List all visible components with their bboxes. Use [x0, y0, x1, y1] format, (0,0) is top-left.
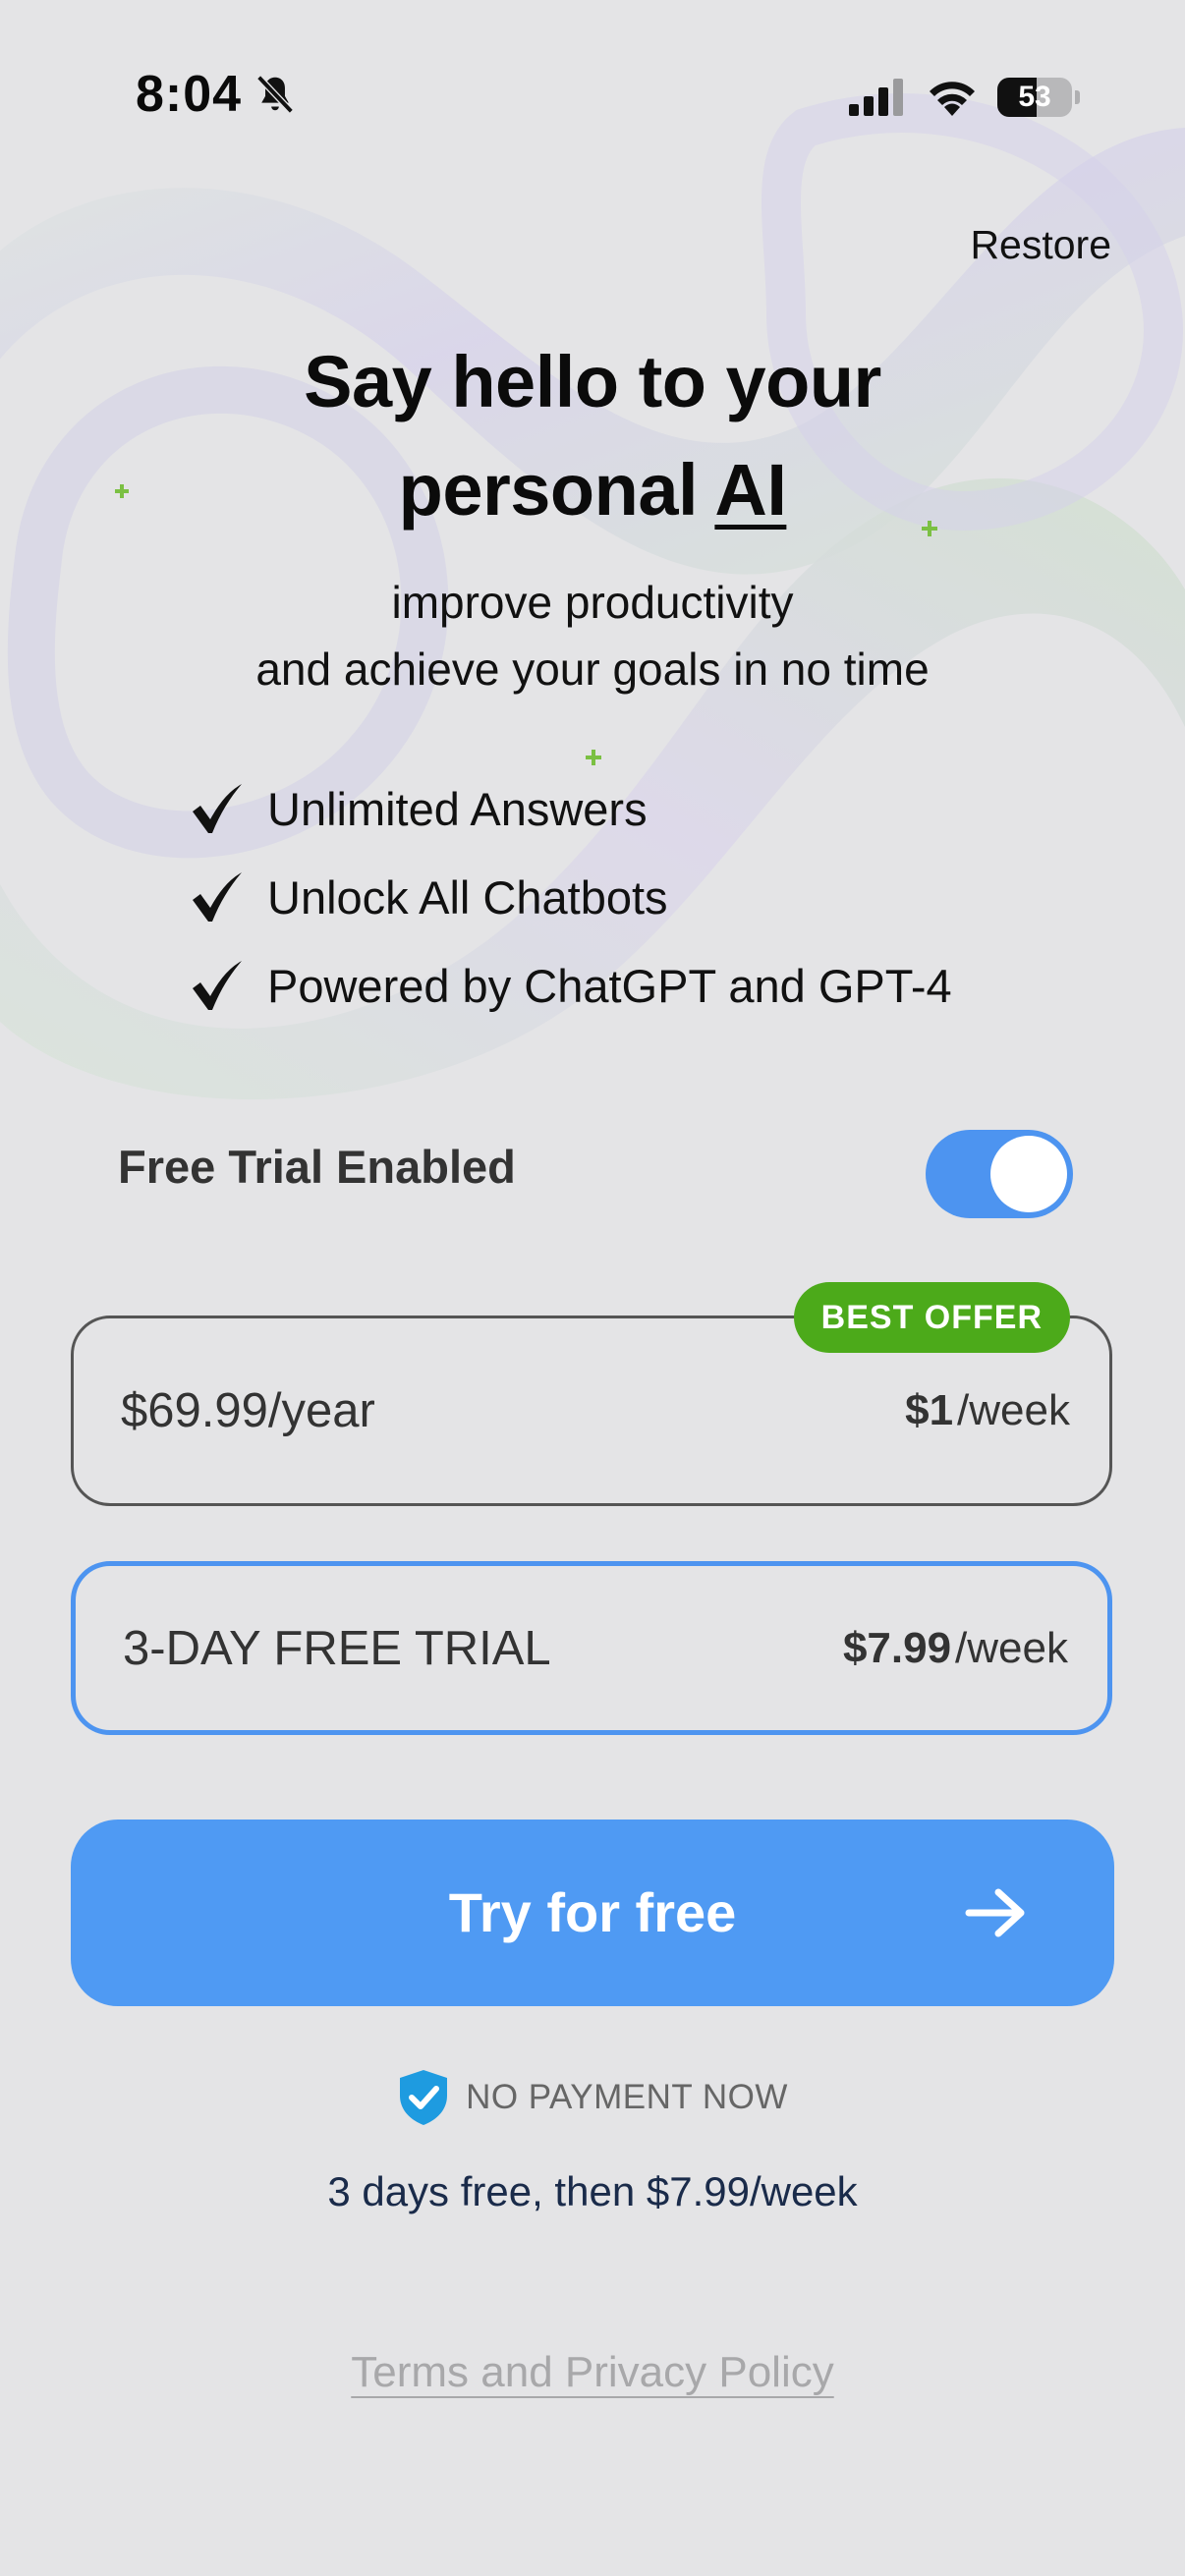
feature-label: Unlimited Answers	[267, 782, 648, 835]
weekly-amount: $1	[905, 1386, 954, 1434]
check-icon	[193, 961, 242, 1010]
no-payment-text: NO PAYMENT NOW	[466, 2078, 788, 2116]
feature-item: Unlock All Chatbots	[187, 853, 952, 941]
status-time: 8:04	[136, 66, 243, 123]
free-trial-label: Free Trial Enabled	[118, 1141, 516, 1193]
restore-button[interactable]: Restore	[970, 222, 1111, 268]
plan-option-yearly[interactable]: BEST OFFER $69.99/year $1 /week	[71, 1282, 1112, 1506]
check-icon	[193, 784, 242, 833]
headline-line-1: Say hello to your	[304, 341, 881, 422]
weekly-suffix: /week	[957, 1386, 1070, 1434]
weekly-suffix: /week	[955, 1623, 1068, 1672]
wifi-icon	[930, 82, 975, 116]
free-trial-row: Free Trial Enabled	[118, 1130, 1073, 1218]
feature-item: Powered by ChatGPT and GPT-4	[187, 941, 952, 1030]
headline-line-2: personal AI	[0, 436, 1185, 544]
subtitle: improve productivity and achieve your go…	[0, 569, 1185, 702]
feature-item: Unlimited Answers	[187, 764, 952, 853]
arrow-right-icon	[965, 1888, 1025, 1937]
weekly-amount: $7.99	[842, 1623, 952, 1672]
subtitle-line-1: improve productivity	[391, 577, 794, 628]
check-icon	[193, 872, 242, 922]
feature-label: Powered by ChatGPT and GPT-4	[267, 959, 952, 1012]
paywall-screen: 8:04 53 Restore Say hello to your person…	[0, 0, 1185, 2576]
plan-weekly-price: $1 /week	[905, 1318, 1070, 1503]
signal-icon	[849, 79, 903, 116]
try-for-free-button[interactable]: Try for free	[71, 1820, 1114, 2006]
plan-weekly-price: $7.99/week	[843, 1566, 1068, 1730]
toggle-knob	[990, 1136, 1067, 1212]
feature-list: Unlimited Answers Unlock All Chatbots Po…	[187, 764, 952, 1030]
plan-label: 3-DAY FREE TRIAL	[123, 1621, 551, 1675]
headline-emphasis: AI	[714, 449, 787, 531]
plan-price: $69.99/year	[121, 1384, 375, 1437]
battery-icon: 53	[997, 78, 1080, 117]
terms-label: Terms and Privacy Policy	[351, 2348, 834, 2396]
battery-percent: 53	[1018, 81, 1051, 113]
page-title: Say hello to your personal AI	[0, 328, 1185, 544]
pricing-note: 3 days free, then $7.99/week	[327, 2168, 858, 2214]
terms-privacy-link[interactable]: Terms and Privacy Policy	[0, 2348, 1185, 2397]
cta-label: Try for free	[448, 1881, 737, 1943]
headline-prefix: personal	[398, 449, 715, 531]
free-trial-toggle[interactable]	[926, 1130, 1073, 1218]
feature-label: Unlock All Chatbots	[267, 870, 668, 924]
subtitle-line-2: and achieve your goals in no time	[255, 644, 930, 695]
bell-slash-icon	[256, 75, 294, 114]
shield-check-icon	[400, 2070, 448, 2125]
plan-option-trial[interactable]: 3-DAY FREE TRIAL $7.99/week	[71, 1561, 1112, 1735]
no-payment-notice: NO PAYMENT NOW	[0, 2068, 1185, 2127]
